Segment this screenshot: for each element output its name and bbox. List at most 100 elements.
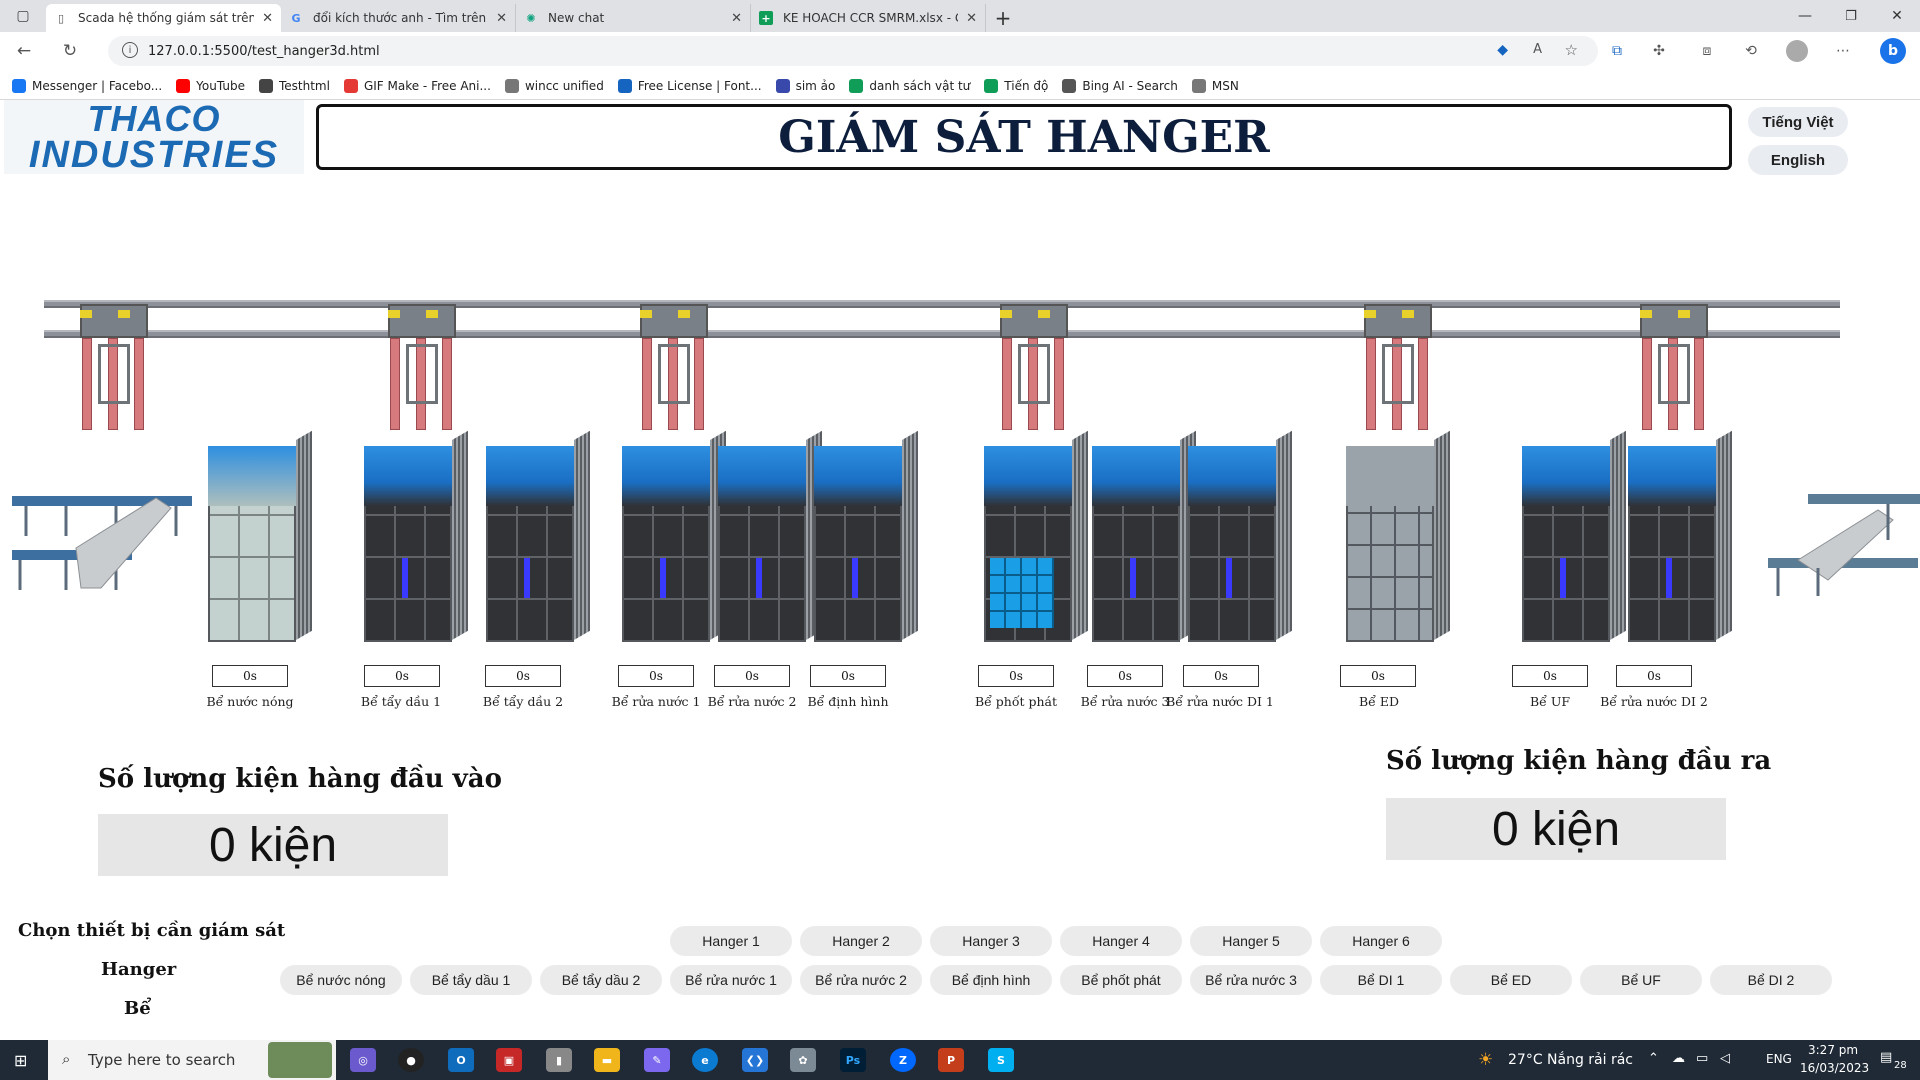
tab-google[interactable]: G đổi kích thước anh - Tìm trên Go ✕	[281, 4, 516, 32]
bing-icon[interactable]: b	[1880, 38, 1906, 64]
photoshop-icon[interactable]: Ps	[840, 1048, 866, 1072]
refresh-icon[interactable]: ↻	[56, 37, 84, 65]
bookmark-item[interactable]: Messenger | Facebo...	[12, 78, 162, 93]
volume-icon[interactable]: ◁	[1720, 1051, 1730, 1066]
paint-icon[interactable]: ✿	[790, 1048, 816, 1072]
bookmark-item[interactable]: Testhtml	[258, 78, 330, 93]
more-menu-icon[interactable]: ⋯	[1832, 40, 1854, 62]
restore-icon[interactable]: ❐	[1828, 9, 1874, 24]
tab-sheets[interactable]: + KE HOACH CCR SMRM.xlsx - Goo ✕	[751, 4, 986, 32]
translate-icon[interactable]: ⧉	[1606, 40, 1628, 62]
extensions-icon[interactable]: ✣	[1648, 40, 1670, 62]
hanger-select-button[interactable]: Hanger 6	[1320, 926, 1442, 956]
bookmark-item[interactable]: Bing AI - Search	[1062, 78, 1178, 93]
facebook-icon	[12, 78, 26, 93]
tank-label: Bể phốt phát	[974, 694, 1058, 709]
tank-select-button[interactable]: Bể tẩy dầu 1	[410, 965, 532, 995]
tank-select-button[interactable]: Bể rửa nước 1	[670, 965, 792, 995]
app-icon[interactable]: ●	[398, 1048, 424, 1072]
tank-timer-field[interactable]: 0s	[1616, 665, 1692, 687]
tank-select-button[interactable]: Bể rửa nước 2	[800, 965, 922, 995]
minimize-icon[interactable]: —	[1782, 8, 1828, 24]
favorite-star-icon[interactable]: ☆	[1565, 41, 1578, 59]
tank-timer-field[interactable]: 0s	[618, 665, 694, 687]
info-icon[interactable]: i	[122, 42, 138, 58]
tank-timer-field[interactable]: 0s	[1183, 665, 1259, 687]
tab-new-chat[interactable]: ✺ New chat ✕	[516, 4, 751, 32]
tank-timer-field[interactable]: 0s	[1340, 665, 1416, 687]
collections-icon[interactable]: ⧈	[1696, 40, 1718, 62]
tank-timer-field[interactable]: 0s	[810, 665, 886, 687]
tank-timer-field[interactable]: 0s	[1087, 665, 1163, 687]
hanger-select-button[interactable]: Hanger 5	[1190, 926, 1312, 956]
tank-select-button[interactable]: Bể UF	[1580, 965, 1702, 995]
tank-timer-field[interactable]: 0s	[714, 665, 790, 687]
history-icon[interactable]: ⟲	[1740, 40, 1762, 62]
bookmark-item[interactable]: sim ảo	[775, 78, 835, 93]
window-close-icon[interactable]: ✕	[1874, 8, 1920, 24]
hanger-robot-icon	[634, 304, 714, 434]
tab-scada[interactable]: ▯ Scada hệ thống giám sát trên int ✕	[46, 4, 281, 32]
skype-icon[interactable]: S	[988, 1048, 1014, 1072]
edge-icon[interactable]: e	[692, 1048, 718, 1072]
address-bar[interactable]: i 127.0.0.1:5500/test_hanger3d.html ◆ A …	[108, 36, 1598, 66]
hanger-select-button[interactable]: Hanger 1	[670, 926, 792, 956]
bookmark-item[interactable]: danh sách vật tư	[849, 78, 970, 93]
snip-icon[interactable]: ▣	[496, 1048, 522, 1072]
close-icon[interactable]: ✕	[262, 11, 273, 26]
tank-timer-field[interactable]: 0s	[485, 665, 561, 687]
app-icon[interactable]: ◎	[350, 1048, 376, 1072]
tank-icon	[718, 430, 822, 642]
tank-select-button[interactable]: Bể rửa nước 3	[1190, 965, 1312, 995]
tank-timer-field[interactable]: 0s	[364, 665, 440, 687]
back-icon[interactable]: ←	[10, 37, 38, 65]
bookmark-item[interactable]: Tiến độ	[984, 78, 1048, 93]
read-aloud-icon[interactable]: A	[1533, 42, 1542, 57]
chevron-up-icon[interactable]: ⌃	[1648, 1051, 1659, 1066]
close-icon[interactable]: ✕	[496, 11, 507, 26]
zalo-icon[interactable]: Z	[890, 1048, 916, 1072]
taskbar-search[interactable]: ⌕ Type here to search	[48, 1040, 336, 1080]
tank-label: Bể tẩy dầu 2	[482, 694, 564, 709]
lang-english-button[interactable]: English	[1748, 145, 1848, 175]
bookmark-item[interactable]: GIF Make - Free Ani...	[343, 78, 491, 93]
tank-select-button[interactable]: Bể DI 2	[1710, 965, 1832, 995]
new-tab-button[interactable]: +	[986, 4, 1020, 32]
bookmark-item[interactable]: wincc unified	[504, 78, 604, 93]
device-icon[interactable]: ▮	[546, 1048, 572, 1072]
outlook-icon[interactable]: O	[448, 1048, 474, 1072]
tab-actions-icon[interactable]: ▢	[0, 0, 46, 32]
close-icon[interactable]: ✕	[731, 11, 742, 26]
tank-select-button[interactable]: Bể phốt phát	[1060, 965, 1182, 995]
shield-icon[interactable]: ◆	[1497, 42, 1508, 58]
browser-tab-bar: ▢ ▯ Scada hệ thống giám sát trên int ✕ G…	[0, 0, 1920, 32]
network-icon[interactable]: ▭	[1696, 1051, 1708, 1066]
tank-timer-field[interactable]: 0s	[1512, 665, 1588, 687]
file-explorer-icon[interactable]: ▬	[594, 1048, 620, 1072]
tank-timer-field[interactable]: 0s	[212, 665, 288, 687]
app-icon[interactable]: ✎	[644, 1048, 670, 1072]
bookmark-item[interactable]: Free License | Font...	[617, 78, 762, 93]
bookmark-item[interactable]: MSN	[1191, 78, 1239, 93]
profile-avatar-icon[interactable]	[1786, 40, 1808, 62]
windows-start-icon[interactable]: ⊞	[14, 1051, 27, 1070]
tank-select-button[interactable]: Bể nước nóng	[280, 965, 402, 995]
language-indicator[interactable]: ENG	[1766, 1052, 1792, 1066]
hanger-select-button[interactable]: Hanger 4	[1060, 926, 1182, 956]
hanger-select-button[interactable]: Hanger 3	[930, 926, 1052, 956]
clock-date[interactable]: 16/03/2023	[1800, 1061, 1869, 1075]
cloud-icon[interactable]: ☁	[1672, 1051, 1685, 1066]
hanger-select-button[interactable]: Hanger 2	[800, 926, 922, 956]
tank-select-button[interactable]: Bể định hình	[930, 965, 1052, 995]
vscode-icon[interactable]: ❮❯	[742, 1048, 768, 1072]
bookmark-item[interactable]: YouTube	[176, 78, 245, 93]
tank-select-button[interactable]: Bể ED	[1450, 965, 1572, 995]
lang-vietnamese-button[interactable]: Tiếng Việt	[1748, 107, 1848, 137]
powerpoint-icon[interactable]: P	[938, 1048, 964, 1072]
tank-select-button[interactable]: Bể tẩy dầu 2	[540, 965, 662, 995]
tank-select-button[interactable]: Bể DI 1	[1320, 965, 1442, 995]
clock-time[interactable]: 3:27 pm	[1808, 1043, 1858, 1057]
close-icon[interactable]: ✕	[966, 11, 977, 26]
notifications-icon[interactable]: ▤	[1880, 1050, 1892, 1065]
tank-timer-field[interactable]: 0s	[978, 665, 1054, 687]
